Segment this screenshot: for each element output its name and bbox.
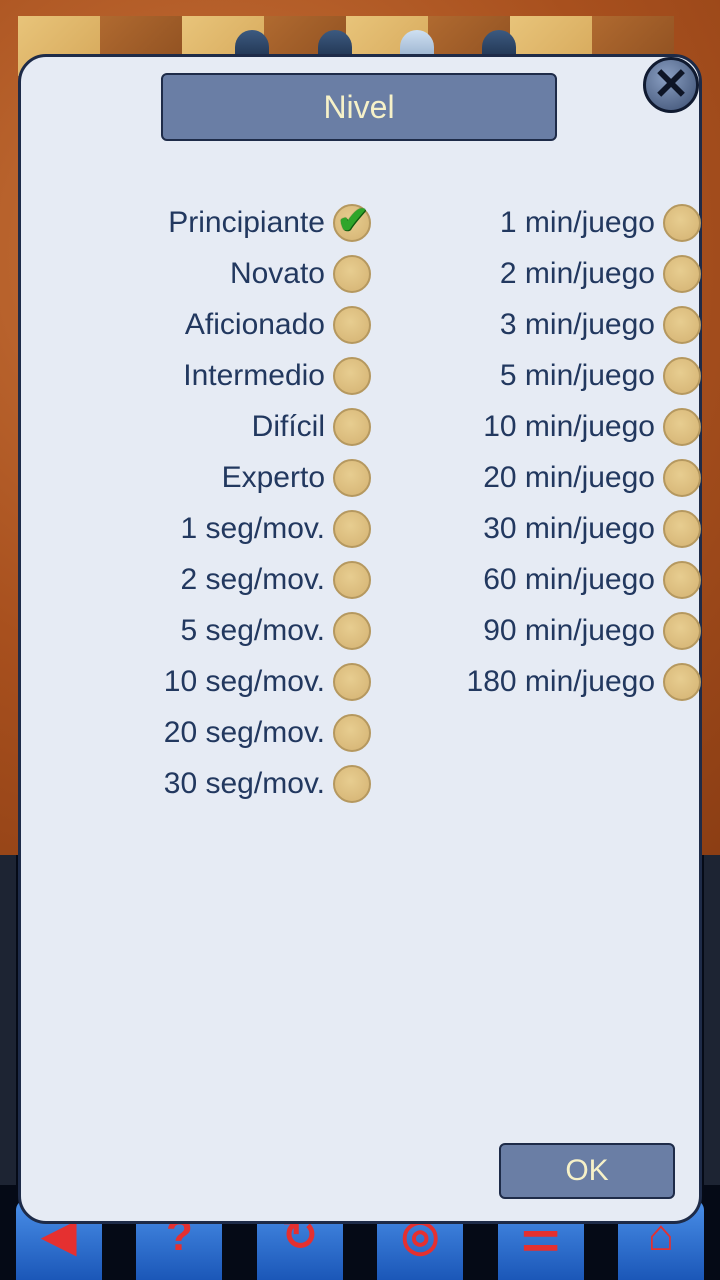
level-option[interactable]: Difícil: [101, 401, 371, 452]
level-option-label: Aficionado: [184, 307, 325, 341]
level-option-label: Principiante: [168, 205, 325, 239]
level-list-right: 1 min/juego 2 min/juego 3 min/juego 5 min/j…: [401, 197, 701, 707]
left-panel-edge: [0, 855, 16, 1185]
radio-button[interactable]: ✔: [333, 199, 371, 242]
level-option-label: Difícil: [251, 409, 325, 443]
level-option[interactable]: 10 seg/mov.: [101, 656, 371, 707]
radio-button[interactable]: [663, 356, 701, 395]
radio-button[interactable]: [333, 509, 371, 548]
radio-button[interactable]: [663, 254, 701, 293]
level-option[interactable]: 1 seg/mov.: [101, 503, 371, 554]
level-option[interactable]: 10 min/juego: [401, 401, 701, 452]
radio-button[interactable]: [333, 356, 371, 395]
level-option-label: 5 min/juego: [499, 358, 655, 392]
level-option[interactable]: Principiante ✔: [101, 197, 371, 248]
level-list-left: Principiante ✔ Novato Aficionado Intermedio D…: [101, 197, 371, 809]
level-option[interactable]: 60 min/juego: [401, 554, 701, 605]
right-panel-edge: [704, 855, 720, 1185]
dialog-title-text: Nivel: [323, 88, 395, 125]
radio-button[interactable]: [333, 254, 371, 293]
radio-button[interactable]: [663, 509, 701, 548]
level-option[interactable]: 5 min/juego: [401, 350, 701, 401]
level-option[interactable]: Aficionado: [101, 299, 371, 350]
level-option[interactable]: Intermedio: [101, 350, 371, 401]
level-option[interactable]: 180 min/juego: [401, 656, 701, 707]
level-dialog: Nivel ✕ Principiante ✔ Novato Aficionado Int…: [18, 54, 702, 1224]
dialog-title: Nivel: [161, 73, 557, 141]
radio-button[interactable]: [333, 764, 371, 803]
level-option[interactable]: 5 seg/mov.: [101, 605, 371, 656]
level-option[interactable]: 30 min/juego: [401, 503, 701, 554]
level-option-label: 180 min/juego: [466, 664, 655, 698]
level-option[interactable]: 20 min/juego: [401, 452, 701, 503]
radio-button[interactable]: [663, 611, 701, 650]
level-option[interactable]: Experto: [101, 452, 371, 503]
level-option-label: 20 seg/mov.: [163, 715, 325, 749]
level-option[interactable]: 20 seg/mov.: [101, 707, 371, 758]
level-option[interactable]: Novato: [101, 248, 371, 299]
level-option[interactable]: 30 seg/mov.: [101, 758, 371, 809]
ok-button[interactable]: OK: [499, 1143, 675, 1199]
level-option[interactable]: 2 min/juego: [401, 248, 701, 299]
radio-button[interactable]: [333, 407, 371, 446]
radio-button[interactable]: [663, 203, 701, 242]
level-option-label: 20 min/juego: [483, 460, 655, 494]
level-option-label: Intermedio: [183, 358, 325, 392]
radio-button[interactable]: [333, 305, 371, 344]
level-option-label: 30 min/juego: [483, 511, 655, 545]
level-option-label: 10 min/juego: [483, 409, 655, 443]
radio-button[interactable]: [333, 713, 371, 752]
radio-button[interactable]: [333, 560, 371, 599]
level-option-label: 5 seg/mov.: [180, 613, 325, 647]
radio-button[interactable]: [663, 407, 701, 446]
level-option-label: 2 seg/mov.: [180, 562, 325, 596]
level-option-label: Experto: [221, 460, 325, 494]
level-option-label: 90 min/juego: [483, 613, 655, 647]
checkmark-icon: ✔: [337, 199, 369, 242]
ok-button-label: OK: [565, 1154, 609, 1187]
level-option-label: Novato: [229, 256, 325, 290]
level-option-label: 1 min/juego: [499, 205, 655, 239]
radio-button[interactable]: [333, 611, 371, 650]
radio-button[interactable]: [333, 458, 371, 497]
level-option-label: 1 seg/mov.: [180, 511, 325, 545]
level-option[interactable]: 2 seg/mov.: [101, 554, 371, 605]
radio-button[interactable]: [663, 560, 701, 599]
close-icon[interactable]: ✕: [643, 57, 699, 113]
level-option-label: 10 seg/mov.: [163, 664, 325, 698]
level-option-label: 30 seg/mov.: [163, 766, 325, 800]
level-option-label: 60 min/juego: [483, 562, 655, 596]
radio-button[interactable]: [663, 662, 701, 701]
radio-button[interactable]: [663, 458, 701, 497]
radio-button[interactable]: [333, 662, 371, 701]
radio-button[interactable]: [663, 305, 701, 344]
level-option-label: 3 min/juego: [499, 307, 655, 341]
level-option[interactable]: 1 min/juego: [401, 197, 701, 248]
level-option[interactable]: 3 min/juego: [401, 299, 701, 350]
level-option-label: 2 min/juego: [499, 256, 655, 290]
level-option[interactable]: 90 min/juego: [401, 605, 701, 656]
